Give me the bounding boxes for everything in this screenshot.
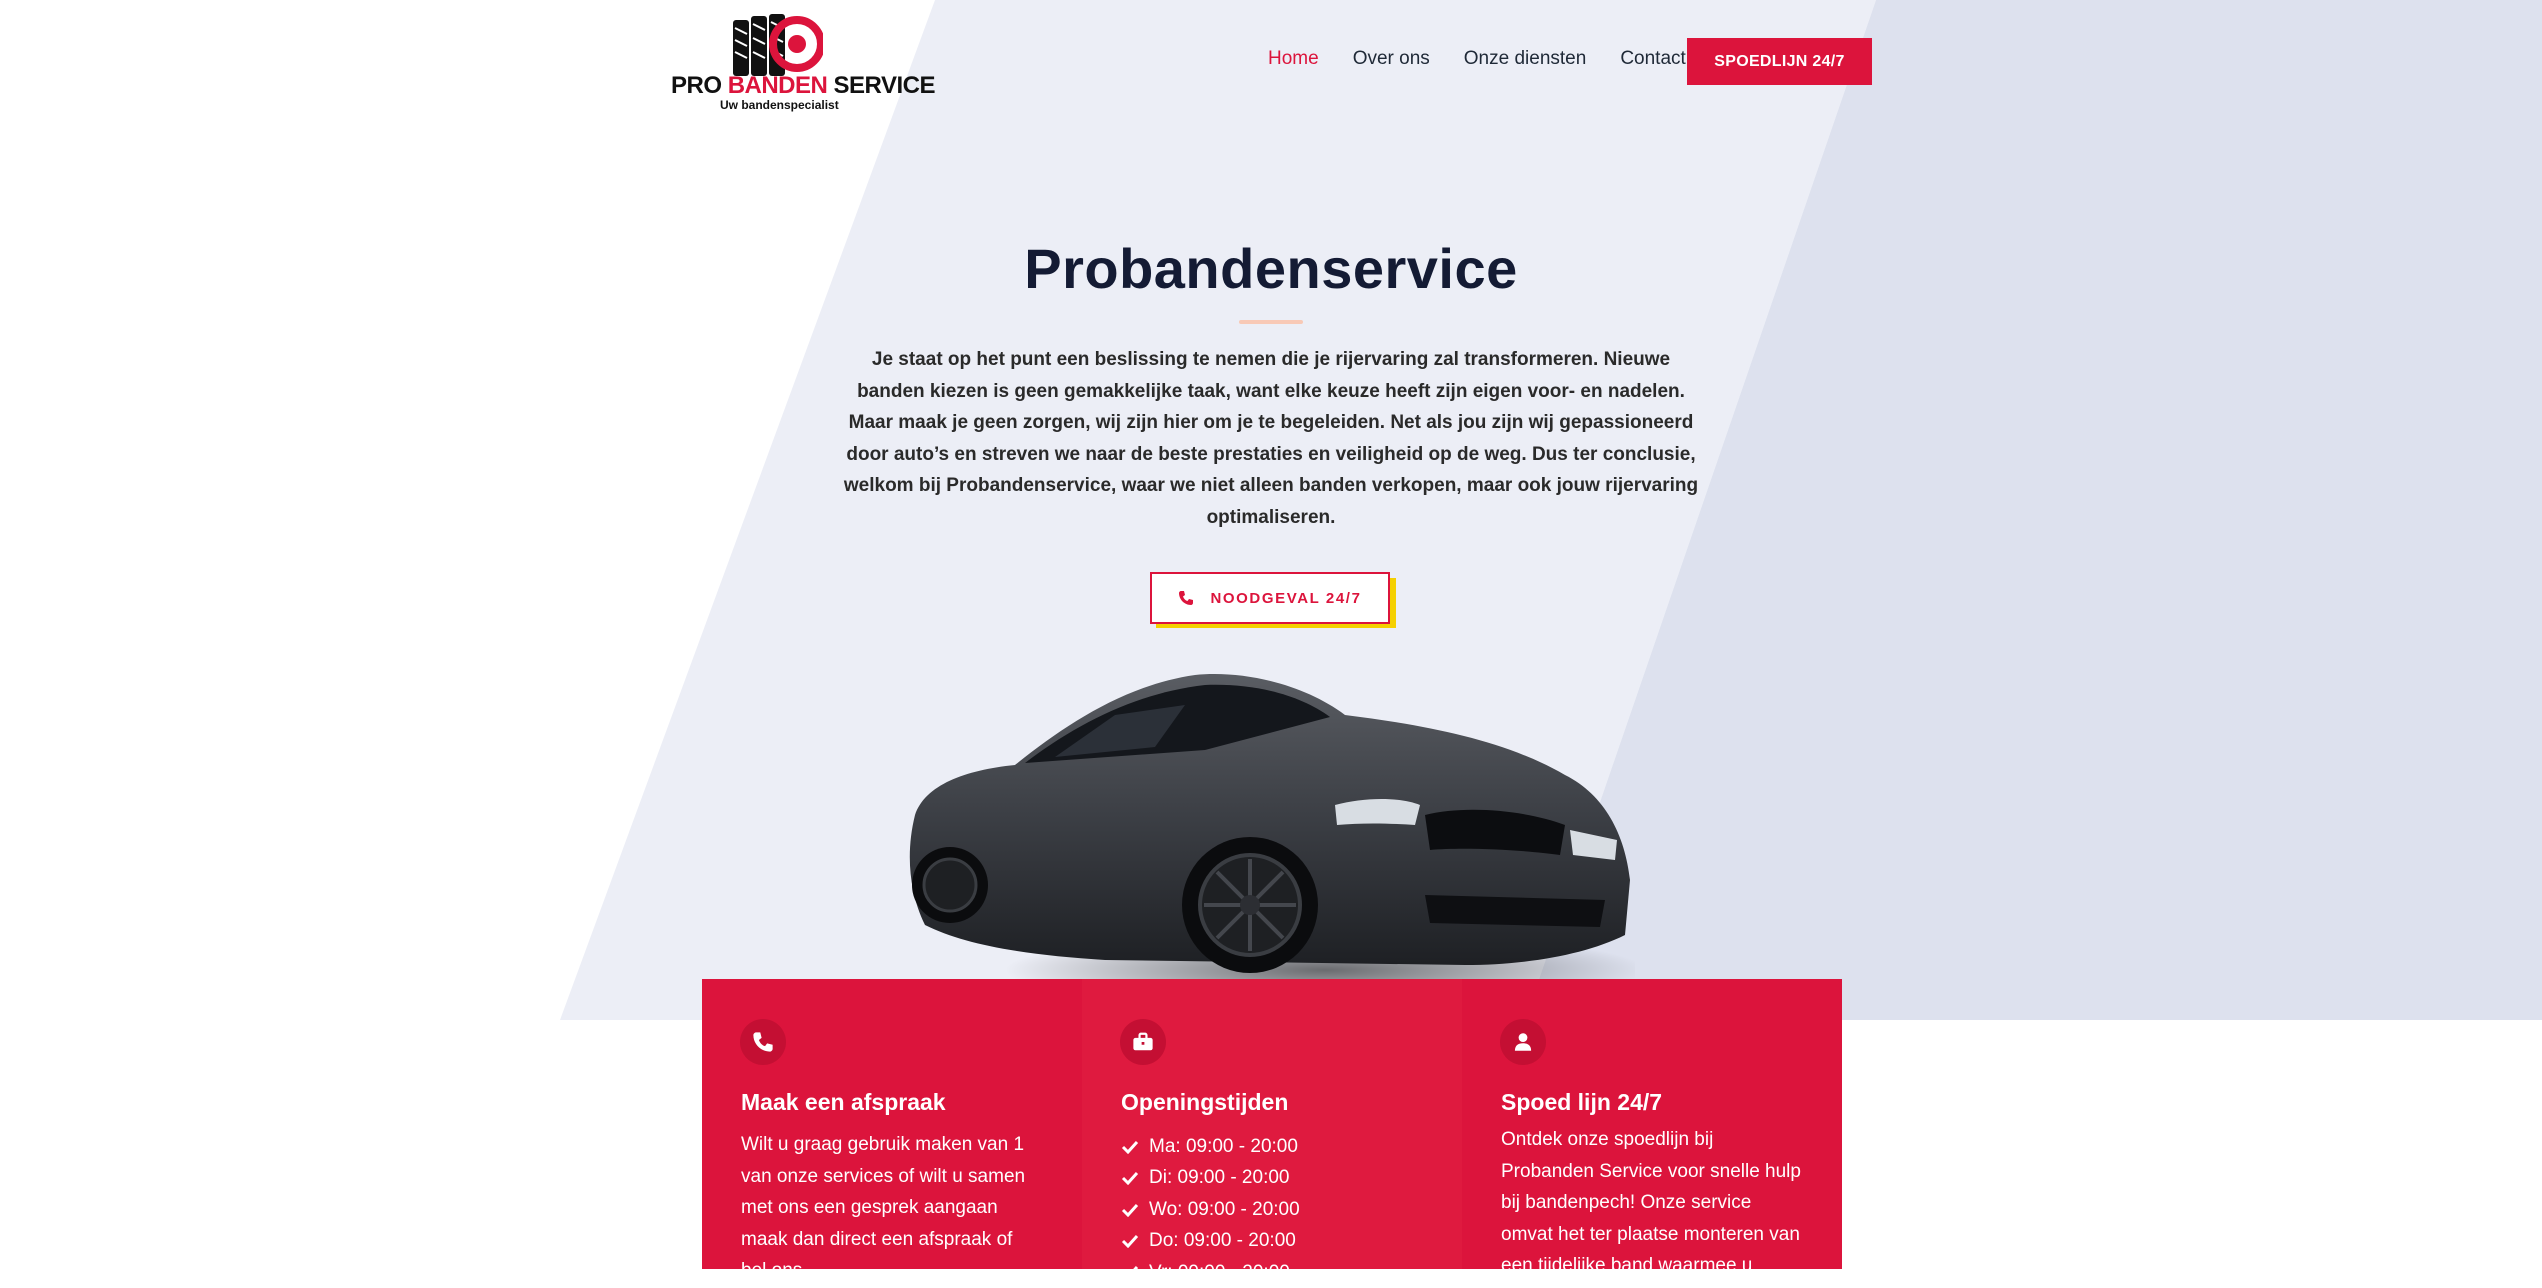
nav-item-over-ons[interactable]: Over ons [1353, 48, 1430, 70]
title-divider [1239, 320, 1303, 324]
hero-description: Je staat op het punt een beslissing te n… [843, 349, 1699, 528]
feature-title: Spoed lijn 24/7 [1501, 1089, 1663, 1115]
feature-openingstijden: Openingstijden Ma: 09:00 - 20:00 Di: 09:… [1082, 979, 1462, 1283]
nav-item-home[interactable]: Home [1268, 48, 1319, 70]
car-image [909, 674, 1635, 1008]
main-nav: Home Over ons Onze diensten Contact [1268, 48, 1686, 70]
feature-title: Maak een afspraak [741, 1089, 946, 1115]
check-icon [1121, 1203, 1139, 1217]
nav-item-onze-diensten[interactable]: Onze diensten [1464, 48, 1587, 70]
tire-logo-icon [733, 14, 823, 76]
site-logo[interactable]: PRO BANDEN SERVICE Uw bandenspecialist [668, 14, 935, 112]
spoedlijn-button[interactable]: SPOEDLIJN 24/7 [1687, 38, 1872, 85]
logo-wordmark: PRO BANDEN SERVICE [671, 72, 935, 99]
check-icon [1121, 1172, 1139, 1186]
list-item: Di: 09:00 - 20:00 [1121, 1162, 1300, 1193]
feature-spoedlijn: Spoed lijn 24/7 Ontdek onze spoedlijn bi… [1462, 979, 1842, 1276]
list-item: Vr: 09:00 - 20:00 [1121, 1257, 1300, 1288]
feature-text: Wilt u graag gebruik maken van 1 van onz… [741, 1134, 1026, 1281]
logo-tagline: Uw bandenspecialist [720, 98, 839, 112]
check-icon [1121, 1266, 1139, 1280]
briefcase-icon [1120, 1019, 1166, 1065]
opening-hours-list: Ma: 09:00 - 20:00 Di: 09:00 - 20:00 Wo: … [1121, 1131, 1300, 1288]
check-icon [1121, 1234, 1139, 1248]
noodgeval-button-wrapper: NOODGEVAL 24/7 [1150, 572, 1396, 628]
phone-icon [740, 1019, 786, 1065]
noodgeval-button-label: NOODGEVAL 24/7 [1210, 589, 1362, 607]
site-header: PRO BANDEN SERVICE Uw bandenspecialist H… [0, 0, 2542, 125]
feature-title: Openingstijden [1121, 1089, 1289, 1115]
phone-icon [1179, 591, 1194, 605]
list-item: Ma: 09:00 - 20:00 [1121, 1131, 1300, 1162]
page-title: Probandenservice [1024, 237, 1518, 300]
check-icon [1121, 1140, 1139, 1154]
noodgeval-button[interactable]: NOODGEVAL 24/7 [1150, 572, 1390, 624]
feature-boxes: Maak een afspraak Wilt u graag gebruik m… [702, 979, 1842, 1283]
feature-afspraak: Maak een afspraak Wilt u graag gebruik m… [702, 979, 1082, 1281]
user-icon [1500, 1019, 1546, 1065]
list-item: Do: 09:00 - 20:00 [1121, 1225, 1300, 1256]
nav-item-contact[interactable]: Contact [1620, 48, 1685, 70]
list-item: Wo: 09:00 - 20:00 [1121, 1194, 1300, 1225]
feature-text: Ontdek onze spoedlijn bij Probanden Serv… [1501, 1129, 1801, 1276]
